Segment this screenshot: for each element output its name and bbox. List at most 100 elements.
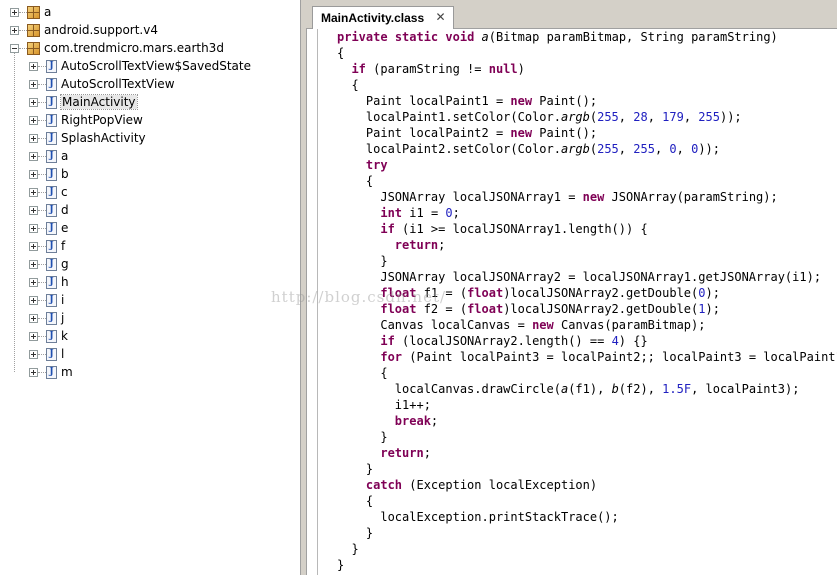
expand-plus-icon[interactable] (10, 25, 19, 35)
code-text: { (337, 494, 374, 508)
expand-plus-icon[interactable] (29, 151, 38, 161)
code-number: 28 (633, 110, 648, 124)
expand-plus-icon[interactable] (29, 187, 38, 197)
code-line: } (337, 558, 837, 574)
tree-guide-line (38, 137, 46, 139)
expand-plus-icon[interactable] (29, 259, 38, 269)
tree-item-package-android-support-v4[interactable]: android.support.v4 (10, 21, 158, 39)
code-text: i1++; (337, 398, 431, 412)
tree-item-class-l[interactable]: Jl (29, 345, 64, 363)
expand-plus-icon[interactable] (29, 61, 38, 71)
tree-item-class-autoscrolltextview[interactable]: J AutoScrollTextView (29, 75, 175, 93)
expand-plus-icon[interactable] (29, 277, 38, 287)
code-keyword: null (488, 62, 518, 76)
expand-plus-icon[interactable] (29, 241, 38, 251)
code-number: 255 (597, 142, 619, 156)
tree-item-package-com-trendmicro-mars-earth3d[interactable]: com.trendmicro.mars.earth3d (10, 39, 224, 57)
expand-plus-icon[interactable] (29, 115, 38, 125)
tree-item-class-e[interactable]: Je (29, 219, 68, 237)
code-keyword: int (380, 206, 403, 220)
expand-plus-icon[interactable] (29, 313, 38, 323)
java-class-icon: J (46, 257, 57, 271)
tree-item-class-mainactivity[interactable]: J MainActivity (29, 93, 138, 111)
tree-item-class-a[interactable]: Ja (29, 147, 68, 165)
tree-item-class-m[interactable]: Jm (29, 363, 73, 381)
tree-item-class-j[interactable]: Jj (29, 309, 64, 327)
code-number: 179 (662, 110, 684, 124)
code-keyword: if (351, 62, 366, 76)
expand-plus-icon[interactable] (29, 223, 38, 233)
code-text: ; (438, 238, 446, 252)
code-number: 255 (698, 110, 720, 124)
code-method-name: a (481, 30, 489, 44)
expand-plus-icon[interactable] (29, 205, 38, 215)
editor-tab-strip: MainActivity.class ✕ (306, 0, 837, 29)
code-line: for (Paint localPaint3 = localPaint2;; l… (337, 350, 837, 366)
java-class-icon: J (46, 275, 57, 289)
tree-item-label: l (61, 347, 65, 361)
code-line: Canvas localCanvas = new Canvas(paramBit… (337, 318, 837, 334)
expand-plus-icon[interactable] (29, 331, 38, 341)
tree-item-class-f[interactable]: Jf (29, 237, 65, 255)
expand-plus-icon[interactable] (29, 169, 38, 179)
expand-plus-icon[interactable] (29, 97, 38, 107)
code-text: f1 = ( (416, 286, 468, 300)
code-line: } (337, 430, 837, 446)
code-keyword: if (380, 334, 395, 348)
code-text: ; (430, 414, 439, 428)
tree-item-class-autoscrolltextview-savedstate[interactable]: J AutoScrollTextView$SavedState (29, 57, 251, 75)
code-view[interactable]: private static void a(Bitmap paramBitmap… (337, 30, 837, 575)
collapse-minus-icon[interactable] (10, 43, 19, 53)
tree-item-label: a (61, 149, 69, 163)
tree-item-class-splashactivity[interactable]: J SplashActivity (29, 129, 146, 147)
tree-item-class-b[interactable]: Jb (29, 165, 69, 183)
code-keyword: new (582, 190, 605, 204)
code-text: localPaint1.setColor(Color. (337, 110, 561, 124)
tab-mainactivity-class[interactable]: MainActivity.class ✕ (312, 6, 454, 29)
code-line: try (337, 158, 837, 174)
package-icon (27, 41, 40, 55)
close-icon[interactable]: ✕ (435, 11, 446, 23)
tree-item-class-k[interactable]: Jk (29, 327, 68, 345)
package-icon (27, 23, 40, 37)
tree-item-class-d[interactable]: Jd (29, 201, 69, 219)
tree-item-label: e (61, 221, 69, 235)
expand-plus-icon[interactable] (10, 7, 19, 17)
expand-plus-icon[interactable] (29, 367, 38, 377)
code-editor[interactable]: private static void a(Bitmap paramBitmap… (306, 29, 837, 575)
tree-item-label: AutoScrollTextView$SavedState (61, 59, 251, 73)
code-text: JSONArray localJSONArray2 = localJSONArr… (337, 270, 822, 284)
expand-plus-icon[interactable] (29, 133, 38, 143)
tree-item-package-a[interactable]: a (10, 3, 51, 21)
code-line: private static void a(Bitmap paramBitmap… (337, 30, 837, 46)
code-text: )localJSONArray2.getDouble( (503, 286, 699, 300)
code-keyword: new (510, 94, 533, 108)
tree-item-class-i[interactable]: Ji (29, 291, 64, 309)
tree-item-class-c[interactable]: Jc (29, 183, 68, 201)
code-line: { (337, 174, 837, 190)
code-text: Paint(); (532, 94, 598, 108)
expand-plus-icon[interactable] (29, 79, 38, 89)
tree-item-class-rightpopview[interactable]: J RightPopView (29, 111, 143, 129)
code-line: float f1 = (float)localJSONArray2.getDou… (337, 286, 837, 302)
tree-guide-line (19, 11, 27, 13)
code-keyword: void (445, 30, 475, 44)
code-text: { (337, 78, 359, 92)
code-text: Canvas(paramBitmap); (553, 318, 706, 332)
code-keyword: catch (365, 478, 403, 492)
tree-item-class-h[interactable]: Jh (29, 273, 69, 291)
expand-plus-icon[interactable] (29, 349, 38, 359)
code-text: ; (423, 446, 431, 460)
code-method-name: argb (560, 142, 590, 156)
code-line: Paint localPaint2 = new Paint(); (337, 126, 837, 142)
tree-item-class-g[interactable]: Jg (29, 255, 69, 273)
tree-guide-line (19, 29, 27, 31)
expand-plus-icon[interactable] (29, 295, 38, 305)
tree-item-label: j (61, 311, 65, 325)
code-method-name: b (611, 382, 619, 396)
java-class-icon: J (46, 329, 57, 343)
